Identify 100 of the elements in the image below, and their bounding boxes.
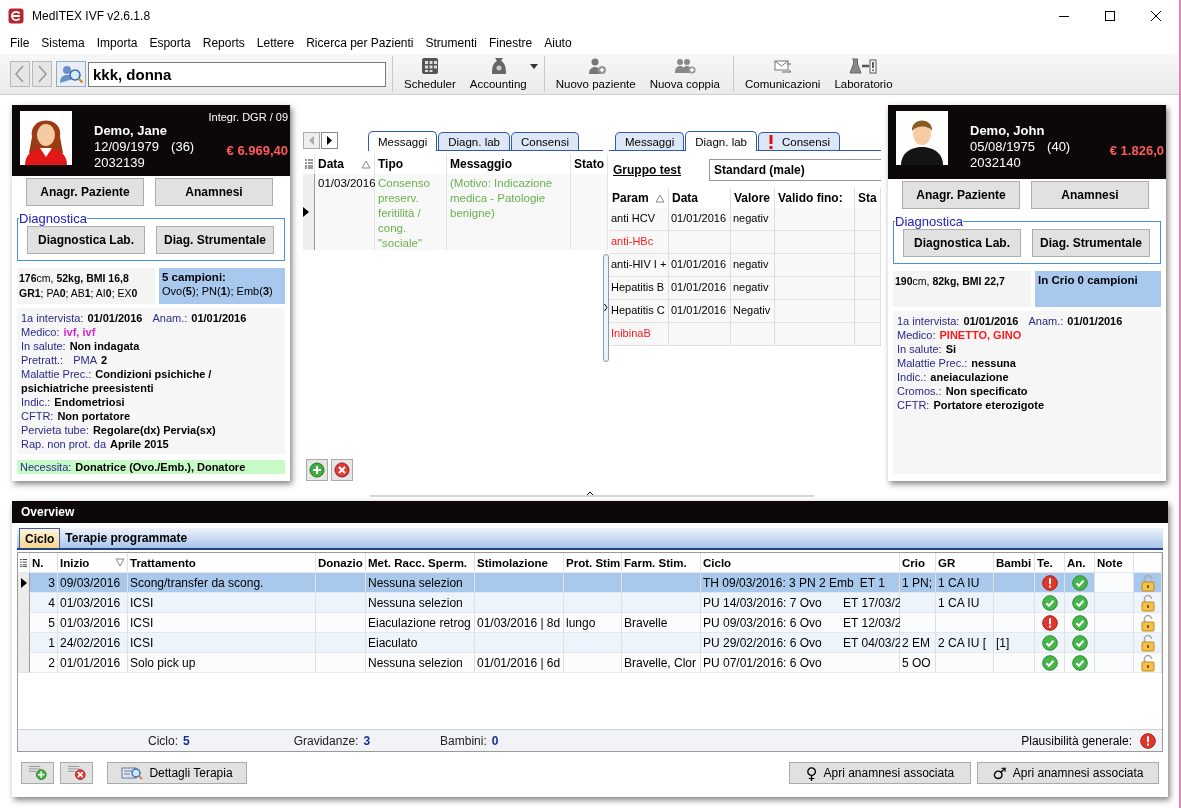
table-cell: negativ xyxy=(731,254,775,277)
table-cell: 01/03/2016 xyxy=(58,593,128,613)
lock-icon[interactable] xyxy=(1139,593,1156,612)
menu-item[interactable]: Aiuto xyxy=(538,33,578,52)
table-cell: ICSI xyxy=(128,633,316,653)
column-chooser-icon[interactable] xyxy=(20,557,27,568)
patient-age: (40) xyxy=(1047,139,1071,155)
tab[interactable]: Diagn. lab xyxy=(685,131,757,151)
table-cell: 24/02/2016 xyxy=(58,633,128,653)
close-icon[interactable] xyxy=(1149,8,1163,23)
transfer-date: ET 17/03/2 xyxy=(843,595,902,610)
menu-item[interactable]: Esporta xyxy=(143,33,197,52)
flask-icon xyxy=(849,57,878,75)
people-add-icon xyxy=(673,57,696,75)
tab[interactable]: Ciclo xyxy=(19,528,61,548)
menu-item[interactable]: File xyxy=(4,33,36,52)
toolbar-button[interactable]: Scheduler xyxy=(397,55,463,92)
table-cell: anti HCV xyxy=(609,208,669,231)
add-button[interactable] xyxy=(21,762,54,784)
app-logo-icon xyxy=(8,7,24,24)
patient-button[interactable]: Anagr. Paziente xyxy=(26,178,144,206)
table-cell xyxy=(855,254,881,277)
info-field: Anam.: 01/01/2016 xyxy=(1028,315,1123,327)
integration-label: Integr. DGR / 09 xyxy=(208,111,288,125)
envelope-icon xyxy=(772,57,793,75)
delete-button[interactable] xyxy=(331,459,353,481)
menu-item[interactable]: Reports xyxy=(196,33,251,52)
diagnostics-button[interactable]: Diagnostica Lab. xyxy=(903,229,1021,257)
diagnostics-group: Diagnostica Diagnostica Lab. Diag. Strumentale xyxy=(17,211,285,261)
table-cell xyxy=(564,573,622,593)
tab[interactable]: Consensi xyxy=(758,132,840,150)
lock-icon[interactable] xyxy=(1139,633,1156,652)
search-field[interactable]: kkk, donna xyxy=(88,61,386,87)
tab[interactable]: Diagn. lab xyxy=(438,132,510,150)
table-cell: 3 xyxy=(30,573,58,593)
info-field: Medico: PINETTO, GINO xyxy=(897,329,1022,341)
back-icon[interactable] xyxy=(10,61,30,87)
toolbar-button[interactable]: Comunicazioni xyxy=(737,55,828,92)
splitter-handle[interactable] xyxy=(603,254,609,362)
forward-icon[interactable] xyxy=(32,61,52,87)
add-button[interactable] xyxy=(306,459,328,481)
lock-icon[interactable] xyxy=(1139,653,1156,672)
splitter-handle[interactable] xyxy=(370,490,814,498)
scroll-right-icon[interactable] xyxy=(321,132,338,149)
panel-title: Overview xyxy=(12,501,1168,523)
lock-icon[interactable] xyxy=(1139,613,1156,632)
table-cell xyxy=(316,613,366,633)
table-cell: 01/01/2016 | 6d xyxy=(475,653,564,673)
table-cell: 01/01/2016 xyxy=(669,277,731,300)
table-cell: 01/01/2016 xyxy=(669,254,731,277)
info-field: Anam.: 01/01/2016 xyxy=(152,312,247,324)
diagnostics-button[interactable]: Diag. Strumentale xyxy=(156,226,274,254)
history-button[interactable]: ♀ Apri anamnesi associata xyxy=(789,762,971,784)
tab[interactable]: Messaggi xyxy=(615,132,685,150)
diagnostics-button[interactable]: Diagnostica Lab. xyxy=(27,226,145,254)
toolbar-button[interactable]: Nuovo paziente xyxy=(548,55,643,92)
patient-button[interactable]: Anamnesi xyxy=(155,178,273,206)
row-pointer-icon xyxy=(303,207,309,217)
lock-icon[interactable] xyxy=(1139,573,1156,592)
menu-item[interactable]: Strumenti xyxy=(419,33,483,52)
tab[interactable]: Consensi xyxy=(511,132,579,150)
table-cell: Consenso preserv. feritilità / cong. "sociale" xyxy=(375,174,447,250)
patient-button[interactable]: Anagr. Paziente xyxy=(902,181,1020,209)
diagnostics-button[interactable]: Diag. Strumentale xyxy=(1032,229,1150,257)
summary-value: 0 xyxy=(491,733,499,748)
caret-icon[interactable] xyxy=(529,64,538,69)
table-cell xyxy=(316,593,366,613)
birth-date: 05/08/1975 xyxy=(970,139,1036,155)
menu-item[interactable]: Ricerca per Pazienti xyxy=(300,33,420,52)
history-button[interactable]: ♂ Apri anamnesi associata xyxy=(977,762,1159,784)
table-cell xyxy=(316,573,366,593)
window-title: MedITEX IVF v2.6.1.8 xyxy=(32,8,151,23)
table-cell: Eiaculazione retrog xyxy=(366,613,475,633)
transfer-date: ET 12/03/2 xyxy=(843,615,902,630)
patient-button[interactable]: Anamnesi xyxy=(1031,181,1149,209)
table-cell xyxy=(316,653,366,673)
patient-age: (36) xyxy=(171,139,195,155)
maximize-icon[interactable] xyxy=(1103,8,1117,23)
table-cell: Bravelle xyxy=(622,613,701,633)
menu-item[interactable]: Lettere xyxy=(250,33,301,52)
menu-item[interactable]: Sistema xyxy=(35,33,91,52)
transfer-date: ET 1 xyxy=(859,575,885,590)
group-link[interactable]: Gruppo test xyxy=(609,163,709,177)
info-field: In salute: Non indagata xyxy=(21,340,140,352)
toolbar-button[interactable]: Accounting xyxy=(462,55,534,92)
details-button[interactable]: Dettagli Terapia xyxy=(107,762,247,784)
delete-button[interactable] xyxy=(60,762,93,784)
table-cell xyxy=(564,633,622,653)
menu-item[interactable]: Finestre xyxy=(482,33,539,52)
table-cell xyxy=(316,633,366,653)
toolbar-button[interactable]: Laboratorio xyxy=(827,55,900,92)
tab[interactable]: Terapie programmate xyxy=(60,528,193,548)
summary-value: 5 xyxy=(183,733,190,748)
tab[interactable]: Messaggi xyxy=(368,131,438,151)
table-cell: Hepatitis C xyxy=(609,300,669,323)
summary-label: Ciclo: xyxy=(148,733,178,748)
search-icon[interactable] xyxy=(56,61,86,87)
group-dropdown[interactable]: Standard (male) xyxy=(709,159,881,181)
menu-item[interactable]: Importa xyxy=(90,33,144,52)
toolbar-button[interactable]: Nuova coppia xyxy=(642,55,727,92)
